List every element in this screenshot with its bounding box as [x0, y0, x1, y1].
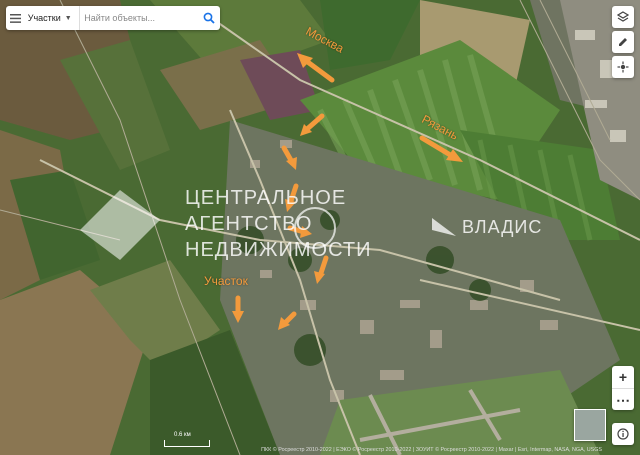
scale-bar — [164, 440, 210, 447]
chevron-down-icon: ▼ — [64, 14, 72, 22]
scale-label: 0.6 км — [174, 432, 191, 438]
zoom-out-button[interactable]: ⋯ — [612, 389, 634, 411]
layer-select[interactable]: Участки ▼ — [26, 6, 81, 30]
edit-icon[interactable] — [612, 31, 634, 53]
menu-icon[interactable] — [6, 6, 26, 30]
location-icon[interactable] — [612, 56, 634, 78]
watermark-brand: ВЛАДИС — [462, 217, 543, 237]
watermark-line1: ЦЕНТРАЛЬНОЕ — [185, 187, 347, 209]
attribution: ПКК © Росреестр 2010-2022 | ЕЭКО © Росре… — [261, 447, 602, 453]
minimap[interactable] — [574, 409, 606, 441]
search-bar: Участки ▼ — [6, 6, 220, 30]
search-input[interactable] — [80, 8, 199, 28]
satellite-map[interactable] — [0, 0, 640, 455]
watermark-line3: НЕДВИЖИМОСТИ — [185, 239, 372, 261]
layer-select-label: Участки — [27, 13, 61, 23]
watermark-line2: АГЕНТСТВО — [185, 213, 313, 235]
layers-icon[interactable] — [612, 6, 634, 28]
info-icon[interactable] — [612, 423, 634, 445]
search-icon[interactable] — [198, 6, 220, 30]
label-plot: Участок — [204, 274, 248, 288]
zoom-in-button[interactable]: + — [612, 366, 634, 389]
zoom-control: + ⋯ — [612, 366, 634, 410]
